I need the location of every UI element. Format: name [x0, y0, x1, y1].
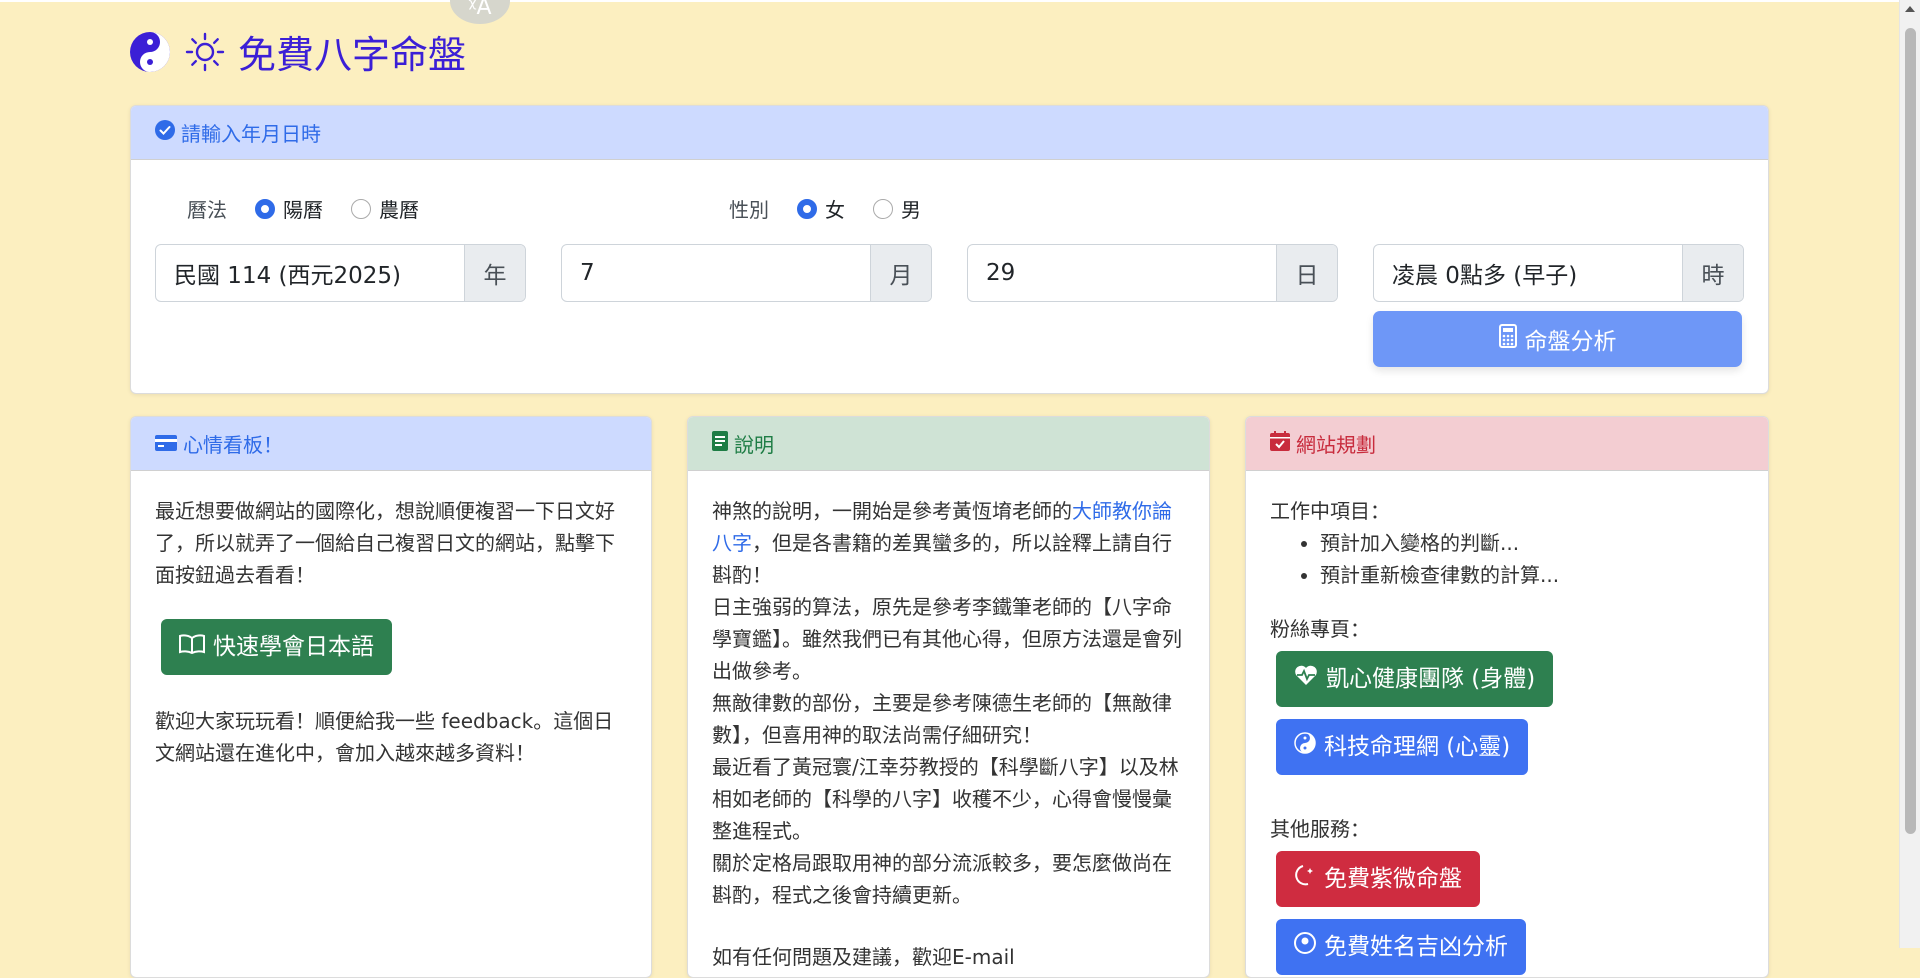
list-item: 預計重新檢查律數的計算... [1320, 559, 1744, 591]
plan-card-title: 網站規劃 [1296, 433, 1376, 457]
top-edge [0, 0, 1900, 2]
book-icon [179, 631, 205, 663]
analyze-button-label: 命盤分析 [1524, 329, 1617, 355]
translate-icon[interactable]: ᵡA [450, 0, 510, 24]
info-card-body: 神煞的說明，一開始是參考黃恆堉老師的大師教你論八字，但是各書籍的差異蠻多的，所以… [688, 471, 1209, 973]
calendar-label: 曆法 [187, 198, 227, 222]
fans-label: 粉絲專頁： [1270, 617, 1370, 641]
birth-input-title: 請輸入年月日時 [181, 122, 321, 146]
user-circle-icon [1294, 931, 1316, 963]
health-team-button[interactable]: 凱心健康團隊 (身體) [1276, 651, 1554, 707]
calculator-icon [1498, 324, 1517, 354]
calendar-group: 曆法 陽曆 農曆 [187, 194, 419, 223]
scrollbar-thumb[interactable] [1905, 28, 1916, 834]
sun-icon [184, 31, 226, 73]
mood-card-title: 心情看板！ [183, 433, 283, 457]
hour-select[interactable]: 凌晨 0點多 (早子) 時 [1373, 244, 1744, 302]
other-services-label: 其他服務： [1270, 817, 1370, 841]
year-value[interactable]: 民國 114 (西元2025) [156, 245, 464, 301]
info-paragraph-6: 如有任何問題及建議，歡迎E-mail [712, 945, 1015, 969]
year-suffix: 年 [464, 245, 525, 301]
info-p1-text-end: ，但是各書籍的差異蠻多的，所以詮釋上請自行斟酌！ [712, 531, 1172, 587]
yin-yang-icon [1294, 731, 1316, 763]
plan-card-body: 工作中項目： 預計加入變格的判斷... 預計重新檢查律數的計算... 粉絲專頁：… [1246, 471, 1768, 975]
name-analysis-button[interactable]: 免費姓名吉凶分析 [1276, 919, 1526, 975]
gender-group: 性別 女 男 [729, 194, 921, 223]
tech-fortune-label: 科技命理網 (心靈) [1324, 734, 1511, 760]
gender-female-label: 女 [825, 198, 845, 222]
tech-fortune-button[interactable]: 科技命理網 (心靈) [1276, 719, 1529, 775]
info-card: 說明 神煞的說明，一開始是參考黃恆堉老師的大師教你論八字，但是各書籍的差異蠻多的… [687, 416, 1210, 978]
hour-suffix: 時 [1682, 245, 1743, 301]
day-value[interactable]: 29 [968, 245, 1276, 301]
birth-input-header: 請輸入年月日時 [131, 106, 1768, 160]
learn-japanese-label: 快速學會日本語 [213, 634, 374, 660]
mood-card-body: 最近想要做網站的國際化，想說順便複習一下日文好了，所以就弄了一個給自己複習日文的… [131, 471, 651, 769]
work-label: 工作中項目： [1270, 499, 1390, 523]
name-analysis-label: 免費姓名吉凶分析 [1324, 934, 1508, 960]
page-title-text: 免費八字命盤 [238, 33, 467, 77]
work-list: 預計加入變格的判斷... 預計重新檢查律數的計算... [1270, 527, 1744, 591]
ziwei-chart-label: 免費紫微命盤 [1324, 866, 1462, 892]
analyze-button[interactable]: 命盤分析 [1373, 311, 1742, 367]
radio-selected[interactable] [255, 198, 275, 219]
mood-text-2: 歡迎大家玩玩看！順便給我一些 feedback。這個日文網站還在進化中，會加入越… [155, 709, 614, 765]
hour-value[interactable]: 凌晨 0點多 (早子) [1374, 245, 1682, 301]
month-suffix: 月 [870, 245, 931, 301]
year-select[interactable]: 民國 114 (西元2025) 年 [155, 244, 526, 302]
info-p1-text: 神煞的說明，一開始是參考黃恆堉老師的 [712, 499, 1072, 523]
calendar-lunar-radio[interactable]: 農曆 [351, 194, 419, 223]
mood-card-header: 心情看板！ [131, 417, 651, 471]
radio-unselected[interactable] [351, 198, 371, 219]
day-select[interactable]: 29 日 [967, 244, 1338, 302]
mood-card: 心情看板！ 最近想要做網站的國際化，想說順便複習一下日文好了，所以就弄了一個給自… [130, 416, 652, 978]
radio-selected[interactable] [797, 198, 817, 219]
month-select[interactable]: 7 月 [561, 244, 932, 302]
plan-card-header: 網站規劃 [1246, 417, 1768, 471]
day-suffix: 日 [1276, 245, 1337, 301]
info-card-title: 說明 [734, 433, 774, 457]
credit-card-icon [155, 432, 177, 456]
list-item: 預計加入變格的判斷... [1320, 527, 1744, 559]
birth-input-card: 請輸入年月日時 曆法 陽曆 農曆 性別 女 男 民國 114 (西元2025) … [130, 105, 1769, 394]
ziwei-chart-button[interactable]: 免費紫微命盤 [1276, 851, 1480, 907]
info-paragraph-5: 關於定格局跟取用神的部分流派較多，要怎麼做尚在斟酌，程式之後會持續更新。 [712, 851, 1172, 907]
check-circle-icon [155, 120, 175, 145]
gender-male-label: 男 [901, 198, 921, 222]
translate-badge-text: ᵡA [468, 0, 492, 20]
calendar-solar-radio[interactable]: 陽曆 [255, 194, 323, 223]
info-card-header: 說明 [688, 417, 1209, 471]
info-paragraph-4: 最近看了黃冠寰/江幸芬教授的【科學斷八字】以及林相如老師的【科學的八字】收穫不少… [712, 755, 1179, 843]
moon-stars-icon [1294, 863, 1316, 895]
calendar-lunar-label: 農曆 [379, 198, 419, 222]
gender-label: 性別 [729, 198, 769, 222]
plan-card: 網站規劃 工作中項目： 預計加入變格的判斷... 預計重新檢查律數的計算... … [1245, 416, 1769, 978]
gender-male-radio[interactable]: 男 [873, 194, 921, 223]
document-icon [712, 431, 728, 456]
heart-pulse-icon [1294, 663, 1318, 695]
mood-text-1: 最近想要做網站的國際化，想說順便複習一下日文好了，所以就弄了一個給自己複習日文的… [155, 499, 615, 587]
learn-japanese-button[interactable]: 快速學會日本語 [161, 619, 392, 675]
calendar-icon [1270, 431, 1290, 456]
radio-unselected[interactable] [873, 198, 893, 219]
calendar-solar-label: 陽曆 [283, 198, 323, 222]
page-title: 免費八字命盤 [128, 24, 466, 79]
scroll-up-icon[interactable] [1905, 6, 1915, 12]
yin-yang-icon [128, 30, 172, 74]
info-paragraph-3: 無敵律數的部份，主要是參考陳德生老師的【無敵律數】，但喜用神的取法尚需仔細研究！ [712, 691, 1172, 747]
gender-female-radio[interactable]: 女 [797, 194, 845, 223]
month-value[interactable]: 7 [562, 245, 870, 301]
info-paragraph-2: 日主強弱的算法，原先是參考李鐵筆老師的【八字命學寶鑑】。雖然我們已有其他心得，但… [712, 595, 1182, 683]
health-team-label: 凱心健康團隊 (身體) [1326, 666, 1536, 692]
info-paragraph-1: 神煞的說明，一開始是參考黃恆堉老師的大師教你論八字，但是各書籍的差異蠻多的，所以… [712, 495, 1187, 591]
page-scrollbar[interactable] [1899, 0, 1920, 948]
